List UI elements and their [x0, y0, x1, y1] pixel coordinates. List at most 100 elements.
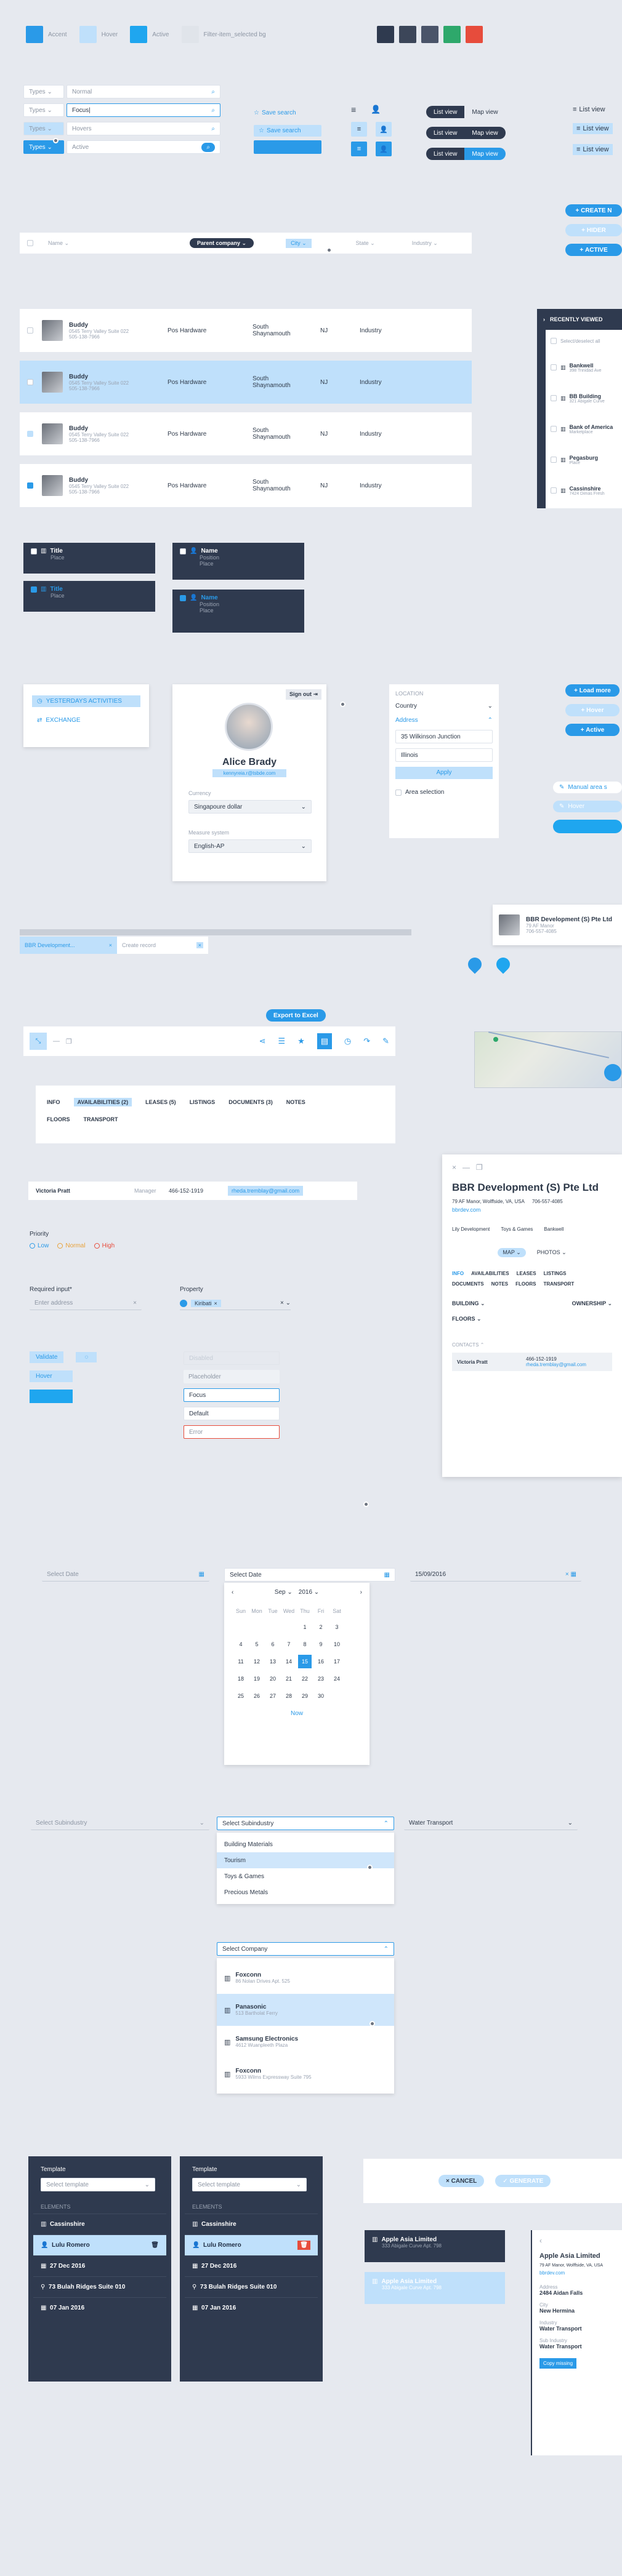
- recent-item[interactable]: ▥ Cassinshire 7424 Dimas Fresh: [546, 475, 622, 506]
- validate-button[interactable]: Validate: [30, 1351, 64, 1363]
- tab-leases[interactable]: LEASES (5): [145, 1099, 176, 1105]
- tab-documents[interactable]: DOCUMENTS: [452, 1281, 484, 1287]
- calendar-day[interactable]: 30: [314, 1689, 328, 1703]
- list-icon[interactable]: ☰: [278, 1036, 286, 1046]
- col-industry[interactable]: Industry ⌄: [412, 240, 438, 247]
- trash-icon[interactable]: 🗑: [151, 2242, 159, 2249]
- window-icon[interactable]: ❐: [66, 1038, 72, 1046]
- focus-input[interactable]: Focus: [184, 1388, 280, 1402]
- user-icon-hover[interactable]: 👤: [376, 122, 392, 137]
- calendar-day[interactable]: 11: [234, 1655, 248, 1668]
- subindustry-select-1[interactable]: Select Subindustry ⌄: [31, 1817, 209, 1830]
- type-select-active[interactable]: Types ⌄: [23, 140, 64, 154]
- cancel-button[interactable]: × CANCEL: [438, 2175, 485, 2187]
- calendar-day[interactable]: 17: [330, 1655, 344, 1668]
- calendar-day[interactable]: 1: [298, 1620, 312, 1634]
- element-item-delete[interactable]: 👤 Lulu Romero 🗑: [185, 2234, 318, 2255]
- prev-month-icon[interactable]: ‹: [232, 1589, 233, 1596]
- calendar-day[interactable]: 5: [250, 1638, 264, 1651]
- calendar-day[interactable]: 4: [234, 1638, 248, 1651]
- tab-leases[interactable]: LEASES: [517, 1271, 536, 1276]
- create-button[interactable]: + CREATE N: [565, 204, 622, 217]
- address-select[interactable]: Address ⌃: [395, 717, 493, 724]
- search-input-active[interactable]: Active ⌕: [67, 140, 220, 154]
- property-chip[interactable]: Kiribati ×: [191, 1299, 221, 1307]
- area-selection-checkbox[interactable]: Area selection: [395, 789, 493, 796]
- floors-section[interactable]: FLOORS ⌄: [452, 1316, 612, 1322]
- calendar-day[interactable]: 6: [266, 1638, 280, 1651]
- calendar-day[interactable]: 10: [330, 1638, 344, 1651]
- year-select[interactable]: 2016 ⌄: [299, 1589, 319, 1596]
- element-item[interactable]: ▦ 27 Dec 2016: [185, 2255, 318, 2276]
- search-input-hover[interactable]: Hovers ⌕: [67, 122, 220, 135]
- redo-icon[interactable]: ↷: [363, 1036, 370, 1046]
- calendar-day[interactable]: 19: [250, 1672, 264, 1686]
- apply-button[interactable]: Apply: [395, 767, 493, 779]
- list-view-button-3[interactable]: List view: [426, 148, 465, 160]
- select-all-checkbox[interactable]: [27, 240, 33, 246]
- tab-listings[interactable]: LISTINGS: [190, 1099, 216, 1105]
- exchange-item[interactable]: ⇄ EXCHANGE: [32, 717, 140, 724]
- card-person-selected[interactable]: 👤 Name Position Place: [172, 590, 304, 633]
- calendar-day[interactable]: 21: [282, 1672, 296, 1686]
- calendar-day[interactable]: 13: [266, 1655, 280, 1668]
- col-city[interactable]: City ⌄: [286, 238, 312, 248]
- type-select[interactable]: Types ⌄: [23, 85, 64, 98]
- apple-card[interactable]: ▥ Apple Asia Limited 333 Abigale Curve Ap…: [365, 2230, 505, 2262]
- trash-icon[interactable]: 🗑: [297, 2241, 310, 2250]
- calendar-day[interactable]: 27: [266, 1689, 280, 1703]
- calendar-day[interactable]: 14: [282, 1655, 296, 1668]
- company-select[interactable]: Select Company ⌃: [217, 1942, 394, 1956]
- back-icon[interactable]: ‹: [539, 2236, 615, 2245]
- sign-out-button[interactable]: Sign out ⇥: [285, 689, 321, 700]
- profile-email[interactable]: kennyreia.r@tsbde.com: [212, 769, 286, 777]
- save-search-hover[interactable]: ☆ Save search: [254, 125, 321, 137]
- error-input[interactable]: Error: [184, 1425, 280, 1439]
- tab-info[interactable]: INFO: [47, 1099, 60, 1105]
- load-more-button[interactable]: + Load more: [565, 684, 620, 697]
- calendar-day[interactable]: 18: [234, 1672, 248, 1686]
- default-input[interactable]: Default: [184, 1407, 280, 1420]
- menu-icon-hover[interactable]: ≡: [351, 122, 367, 137]
- search-input[interactable]: Normal ⌕: [67, 85, 220, 98]
- recently-viewed-header[interactable]: › RECENTLY VIEWED: [537, 309, 622, 330]
- contact-row[interactable]: Victoria Pratt Manager 466-152-1919 rhed…: [28, 1182, 357, 1200]
- tab-info[interactable]: INFO: [452, 1271, 464, 1276]
- collapse-icon[interactable]: ⤡: [30, 1033, 47, 1050]
- row-checkbox[interactable]: [27, 482, 33, 489]
- template-select[interactable]: Select template ⌄: [41, 2178, 155, 2191]
- row-checkbox[interactable]: [27, 379, 33, 385]
- date-input-3[interactable]: 15/09/2016 × ▦: [410, 1568, 581, 1582]
- state-input[interactable]: Illinois: [395, 748, 493, 762]
- select-all-row[interactable]: Select/deselect all: [546, 330, 622, 352]
- calendar-day[interactable]: 2: [314, 1620, 328, 1634]
- minimize-icon[interactable]: —: [462, 1163, 470, 1172]
- type-select-focus[interactable]: Types ⌄: [23, 103, 64, 117]
- row-name[interactable]: Buddy: [69, 477, 168, 484]
- subindustry-option[interactable]: Precious Metals: [217, 1884, 394, 1900]
- tab-floors[interactable]: FLOORS: [515, 1281, 536, 1287]
- calendar-day[interactable]: 29: [298, 1689, 312, 1703]
- recent-item[interactable]: ▥ Bank of America Marketplace: [546, 414, 622, 444]
- element-item[interactable]: ▦ 07 Jan 2016: [185, 2297, 318, 2318]
- list-view-button-2[interactable]: List view: [426, 127, 465, 139]
- now-button[interactable]: Now: [232, 1710, 362, 1717]
- recent-item[interactable]: ▥ BB Building 321 Abigale Curve: [546, 383, 622, 414]
- active-button[interactable]: + ACTIVE: [565, 244, 622, 256]
- tab-transport[interactable]: TRANSPORT: [543, 1281, 574, 1287]
- map-view-button-hover[interactable]: Map view: [464, 127, 506, 139]
- calendar-day[interactable]: 7: [282, 1638, 296, 1651]
- priority-normal[interactable]: Normal: [57, 1242, 86, 1249]
- calendar-day[interactable]: 25: [234, 1689, 248, 1703]
- detail-website[interactable]: bbrdev.com: [452, 1207, 612, 1213]
- col-state[interactable]: State ⌄: [356, 240, 375, 247]
- template-select[interactable]: Select template ⌄: [192, 2178, 307, 2191]
- load-more-hover[interactable]: + Hover: [565, 704, 620, 716]
- yesterday-activities-item[interactable]: ◷ YESTERDAYS ACTIVITIES: [32, 695, 140, 707]
- date-input-2[interactable]: Select Date ▦: [224, 1568, 395, 1582]
- copy-missing-button[interactable]: Copy missing: [539, 2358, 577, 2369]
- calendar-day[interactable]: 22: [298, 1672, 312, 1686]
- close-icon[interactable]: ×: [109, 942, 112, 948]
- element-item[interactable]: ⚲ 73 Bulah Ridges Suite 010: [185, 2276, 318, 2297]
- close-icon[interactable]: ×: [452, 1163, 456, 1172]
